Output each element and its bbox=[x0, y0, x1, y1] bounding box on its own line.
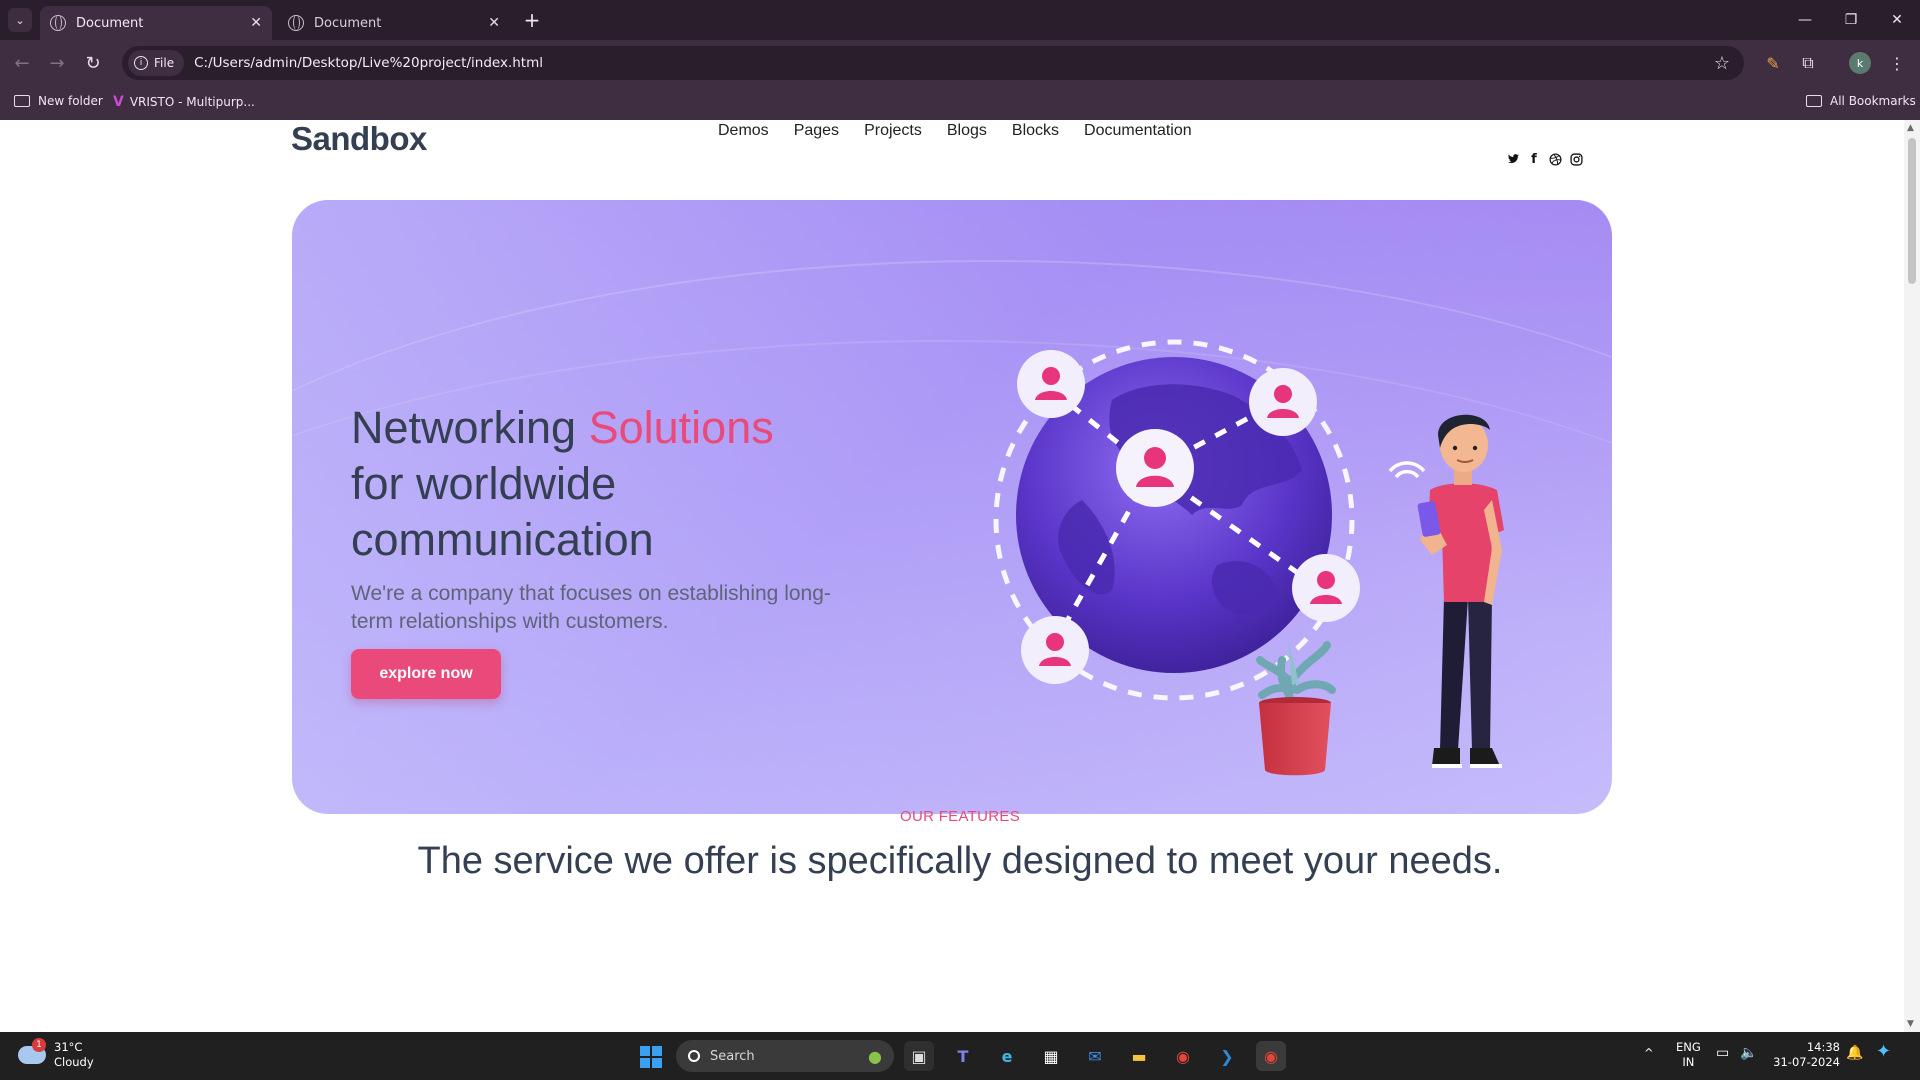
store-icon[interactable]: ▦ bbox=[1036, 1041, 1066, 1071]
dribbble-icon[interactable] bbox=[1548, 152, 1562, 166]
tab-title: Document bbox=[314, 15, 382, 31]
bookmarks-bar: New folder V VRISTO - Multipurp... All B… bbox=[0, 86, 1920, 120]
address-bar[interactable]: i File C:/Users/admin/Desktop/Live%20pro… bbox=[122, 46, 1744, 80]
page-scrollbar[interactable]: ▲ ▼ bbox=[1904, 120, 1920, 1032]
file-explorer-icon[interactable]: ▬ bbox=[1124, 1041, 1154, 1071]
reload-button[interactable]: ↻ bbox=[80, 50, 106, 76]
tab-document-1[interactable]: Document ✕ bbox=[40, 6, 272, 40]
vristo-icon: V bbox=[113, 94, 124, 110]
tab-title: Document bbox=[76, 15, 144, 31]
mail-icon[interactable]: ✉ bbox=[1080, 1041, 1110, 1071]
edge-icon[interactable]: e bbox=[992, 1041, 1022, 1071]
chrome-active-icon[interactable]: ◉ bbox=[1256, 1041, 1286, 1071]
close-tab-icon[interactable]: ✕ bbox=[250, 15, 262, 31]
profile-avatar[interactable]: k bbox=[1849, 52, 1871, 74]
tab-search-button[interactable]: ⌄ bbox=[8, 8, 32, 32]
bookmark-new-folder[interactable]: New folder bbox=[14, 94, 103, 108]
bookmark-star-icon[interactable]: ☆ bbox=[1714, 53, 1730, 74]
close-window-icon[interactable]: ✕ bbox=[1874, 0, 1920, 40]
all-bookmarks-label: All Bookmarks bbox=[1830, 94, 1916, 108]
window-controls: — ❐ ✕ bbox=[1782, 0, 1920, 40]
all-bookmarks[interactable]: All Bookmarks bbox=[1806, 94, 1916, 108]
info-icon: i bbox=[134, 56, 148, 70]
folder-icon bbox=[14, 95, 30, 107]
copilot-icon[interactable]: ✦ bbox=[1876, 1043, 1891, 1061]
nav-item-pages[interactable]: Pages bbox=[794, 122, 839, 140]
bookmark-label: New folder bbox=[38, 94, 103, 108]
user-node-icon bbox=[1017, 350, 1085, 418]
hero-section: Networking Solutions for worldwide commu… bbox=[292, 200, 1612, 814]
taskbar-search-label: Search bbox=[710, 1048, 755, 1064]
hero-title-part1: Networking bbox=[351, 402, 577, 453]
tray-overflow-icon[interactable]: ^ bbox=[1644, 1046, 1654, 1061]
weather-widget[interactable]: 1 31°C Cloudy bbox=[18, 1038, 94, 1070]
scrollbar-thumb[interactable] bbox=[1908, 138, 1916, 284]
minimize-icon[interactable]: — bbox=[1782, 0, 1828, 40]
tab-document-2[interactable]: Document ✕ bbox=[278, 6, 510, 40]
clock[interactable]: 14:38 31-07-2024 bbox=[1770, 1040, 1840, 1070]
cloud-icon: 1 bbox=[18, 1038, 46, 1064]
social-links: f bbox=[1506, 152, 1583, 167]
hero-title-part2: for worldwide communication bbox=[351, 458, 654, 565]
scroll-up-icon[interactable]: ▲ bbox=[1907, 123, 1914, 133]
language-line1: ENG bbox=[1676, 1040, 1701, 1054]
restore-icon[interactable]: ❐ bbox=[1828, 0, 1874, 40]
web-page: Sandbox Demos Pages Projects Blogs Block… bbox=[0, 120, 1904, 1032]
nav-item-documentation[interactable]: Documentation bbox=[1084, 122, 1192, 140]
weather-badge: 1 bbox=[32, 1038, 46, 1052]
notification-bell-icon[interactable]: 🔔 bbox=[1846, 1046, 1863, 1061]
globe-icon bbox=[50, 15, 66, 31]
explore-now-button[interactable]: explore now bbox=[351, 649, 501, 699]
volume-icon[interactable]: 🔈 bbox=[1740, 1046, 1757, 1061]
chrome-icon[interactable]: ◉ bbox=[1168, 1041, 1198, 1071]
browser-toolbar: ← → ↻ i File C:/Users/admin/Desktop/Live… bbox=[0, 40, 1920, 86]
url-text[interactable]: C:/Users/admin/Desktop/Live%20project/in… bbox=[194, 55, 1714, 71]
pen-extension-icon[interactable]: ✎ bbox=[1760, 50, 1786, 76]
back-button[interactable]: ← bbox=[9, 50, 35, 76]
taskbar-search[interactable]: Search ● bbox=[676, 1040, 894, 1072]
language-line2: IN bbox=[1682, 1055, 1695, 1069]
weather-temp: 31°C bbox=[54, 1040, 83, 1054]
features-label: OUR FEATURES bbox=[900, 808, 1020, 825]
windows-start-icon[interactable] bbox=[640, 1046, 662, 1068]
twitter-icon[interactable] bbox=[1506, 152, 1520, 166]
clock-date: 31-07-2024 bbox=[1773, 1055, 1840, 1069]
network-icon[interactable]: ▭ bbox=[1716, 1046, 1729, 1061]
extensions-icon[interactable]: ⧉ bbox=[1795, 50, 1821, 76]
forward-button[interactable]: → bbox=[44, 50, 70, 76]
search-highlight-icon: ● bbox=[868, 1046, 882, 1066]
hero-title: Networking Solutions for worldwide commu… bbox=[351, 400, 871, 568]
globe-icon bbox=[288, 15, 304, 31]
site-info-label: File bbox=[154, 56, 175, 70]
language-indicator[interactable]: ENG IN bbox=[1676, 1040, 1701, 1070]
features-title: The service we offer is specifically des… bbox=[417, 840, 1503, 882]
close-tab-icon[interactable]: ✕ bbox=[488, 15, 500, 31]
task-view-icon[interactable]: ▣ bbox=[904, 1041, 934, 1071]
clock-time: 14:38 bbox=[1806, 1040, 1840, 1054]
weather-desc: Cloudy bbox=[54, 1055, 94, 1069]
windows-taskbar: 1 31°C Cloudy Search ● ▣ T e ▦ ✉ ▬ ◉ ❯ ◉… bbox=[0, 1032, 1920, 1080]
bookmark-vristo[interactable]: V VRISTO - Multipurp... bbox=[113, 94, 255, 110]
nav-item-blogs[interactable]: Blogs bbox=[947, 122, 987, 140]
folder-icon bbox=[1806, 95, 1822, 107]
nav-item-blocks[interactable]: Blocks bbox=[1012, 122, 1059, 140]
new-tab-button[interactable]: + bbox=[520, 8, 544, 32]
instagram-icon[interactable] bbox=[1569, 152, 1583, 166]
hero-title-accent: Solutions bbox=[588, 402, 774, 453]
nav-item-demos[interactable]: Demos bbox=[718, 122, 769, 140]
main-nav: Demos Pages Projects Blogs Blocks Docume… bbox=[718, 122, 1192, 140]
menu-kebab-icon[interactable]: ⋮ bbox=[1884, 50, 1910, 76]
facebook-icon[interactable]: f bbox=[1527, 152, 1541, 167]
site-logo[interactable]: Sandbox bbox=[291, 120, 427, 158]
person-figure bbox=[1388, 414, 1504, 768]
teams-icon[interactable]: T bbox=[948, 1041, 978, 1071]
bookmark-label: VRISTO - Multipurp... bbox=[129, 95, 255, 109]
scroll-down-icon[interactable]: ▼ bbox=[1907, 1019, 1914, 1029]
vscode-icon[interactable]: ❯ bbox=[1212, 1041, 1242, 1071]
search-icon bbox=[688, 1050, 700, 1062]
browser-tab-bar: ⌄ Document ✕ Document ✕ + — ❐ ✕ bbox=[0, 0, 1920, 40]
nav-item-projects[interactable]: Projects bbox=[864, 122, 922, 140]
site-info-chip[interactable]: i File bbox=[128, 50, 185, 76]
hero-lead: We're a company that focuses on establis… bbox=[351, 582, 831, 633]
